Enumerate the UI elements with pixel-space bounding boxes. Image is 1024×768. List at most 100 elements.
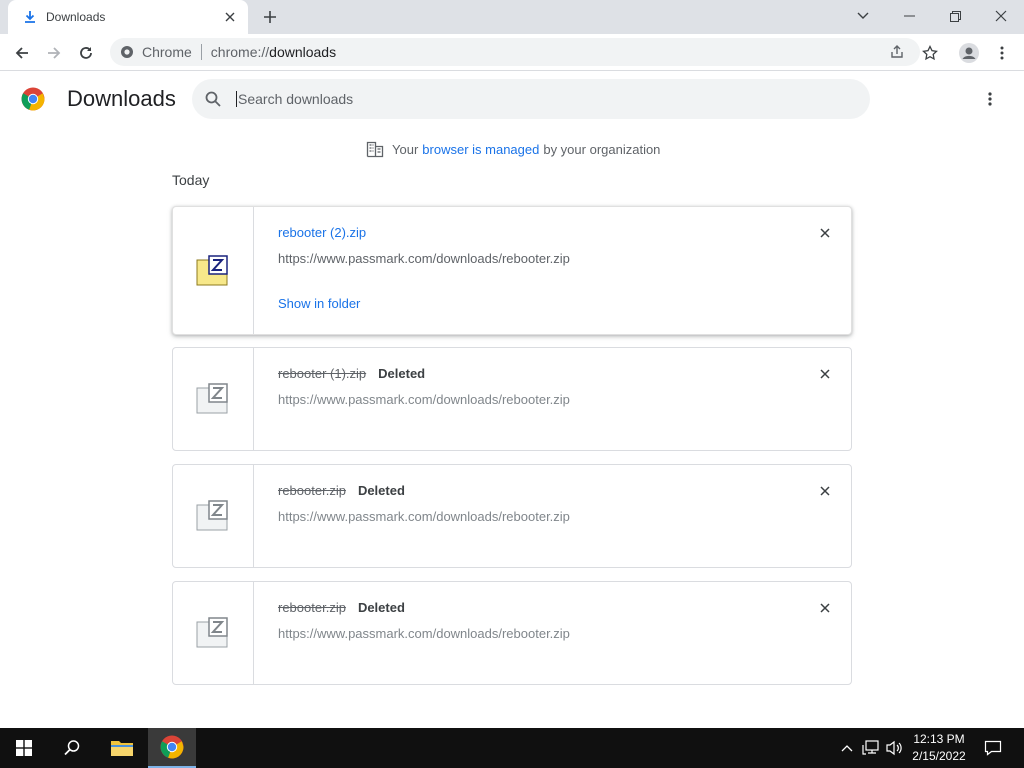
tab-title: Downloads	[46, 10, 106, 24]
file-explorer-button[interactable]	[98, 728, 146, 768]
file-name-link[interactable]: rebooter (2).zip	[278, 225, 366, 240]
zip-file-icon	[196, 383, 228, 414]
address-bar[interactable]: Chrome chrome://downloads	[110, 38, 920, 66]
close-tab-icon[interactable]	[222, 9, 238, 25]
downloads-header: Downloads	[0, 71, 1024, 127]
remove-download-button[interactable]	[817, 483, 833, 499]
zip-file-icon	[196, 500, 228, 531]
zip-file-icon	[196, 254, 228, 285]
restore-icon	[949, 10, 961, 22]
download-icon	[25, 11, 35, 23]
remove-download-button[interactable]	[817, 225, 833, 241]
downloads-more-button[interactable]	[978, 87, 1002, 111]
profile-button[interactable]	[955, 39, 983, 67]
remove-download-button[interactable]	[817, 366, 833, 382]
minimize-icon	[903, 15, 915, 17]
taskbar-search-button[interactable]	[48, 728, 96, 768]
building-icon	[366, 141, 384, 158]
network-button[interactable]	[860, 728, 882, 768]
reload-button[interactable]	[72, 39, 100, 67]
file-icon-column	[173, 582, 254, 684]
status-label: Deleted	[357, 483, 405, 498]
source-url[interactable]: https://www.passmark.com/downloads/reboo…	[278, 251, 570, 266]
search-input[interactable]	[236, 91, 836, 107]
page-title: Downloads	[67, 86, 176, 111]
show-hidden-icons-button[interactable]	[838, 728, 856, 768]
remove-download-button[interactable]	[817, 600, 833, 616]
windows-logo-icon	[16, 740, 32, 756]
chrome-icon	[121, 46, 133, 58]
file-name: rebooter.zip	[278, 483, 346, 498]
source-url[interactable]: https://www.passmark.com/downloads/reboo…	[278, 509, 570, 524]
start-button[interactable]	[0, 728, 48, 768]
close-icon	[995, 10, 1007, 22]
file-name-line: rebooter (1).zip Deleted	[278, 366, 425, 381]
back-button[interactable]	[8, 39, 36, 67]
chrome-logo-icon	[21, 87, 45, 111]
restore-button[interactable]	[932, 0, 978, 32]
arrow-right-icon	[48, 47, 61, 59]
zip-file-icon	[196, 617, 228, 648]
url-text: chrome://downloads	[210, 44, 337, 60]
search-icon	[205, 91, 221, 107]
volume-button[interactable]	[884, 728, 906, 768]
file-name-line: rebooter (2).zip	[278, 225, 366, 240]
file-name-line: rebooter.zip Deleted	[278, 483, 405, 498]
chevron-up-icon	[841, 745, 853, 752]
arrow-left-icon	[15, 47, 28, 59]
bookmark-button[interactable]	[916, 39, 944, 67]
browser-menu-button[interactable]	[988, 39, 1016, 67]
search-box[interactable]	[192, 79, 870, 119]
section-title-today: Today	[172, 172, 210, 188]
file-name: rebooter.zip	[278, 600, 346, 615]
close-icon	[820, 486, 830, 496]
system-clock[interactable]: 12:13 PM 2/15/2022	[906, 731, 972, 765]
show-in-folder-link[interactable]: Show in folder	[278, 296, 360, 311]
search-icon	[64, 740, 80, 756]
source-url[interactable]: https://www.passmark.com/downloads/reboo…	[278, 392, 570, 407]
chrome-taskbar-button[interactable]	[148, 728, 196, 768]
new-tab-button[interactable]	[260, 7, 280, 27]
managed-suffix: by your organization	[543, 141, 661, 157]
close-window-button[interactable]	[978, 0, 1024, 32]
close-icon	[820, 369, 830, 379]
star-icon	[922, 45, 938, 61]
site-label: Chrome	[142, 44, 192, 60]
file-name: rebooter (1).zip	[278, 366, 367, 381]
managed-link[interactable]: browser is managed	[422, 142, 539, 157]
network-icon	[862, 740, 879, 755]
chrome-icon	[160, 735, 184, 759]
tab-downloads[interactable]: Downloads	[8, 0, 248, 34]
source-url[interactable]: https://www.passmark.com/downloads/reboo…	[278, 626, 570, 641]
file-icon-column	[173, 348, 254, 450]
download-item: rebooter.zip Deleted https://www.passmar…	[172, 464, 852, 568]
download-item: rebooter (1).zip Deleted https://www.pas…	[172, 347, 852, 451]
managed-prefix: Your	[392, 141, 419, 157]
file-icon-column	[173, 465, 254, 567]
share-button[interactable]	[885, 40, 909, 64]
reload-icon	[80, 47, 92, 59]
tab-strip: Downloads	[0, 0, 1024, 34]
clock-date: 2/15/2022	[912, 749, 966, 763]
avatar-icon	[959, 43, 979, 63]
forward-button[interactable]	[40, 39, 68, 67]
share-icon	[891, 45, 903, 58]
chevron-down-icon	[857, 12, 869, 19]
toolbar: Chrome chrome://downloads	[0, 34, 1024, 71]
minimize-button[interactable]	[886, 0, 932, 32]
folder-icon	[111, 741, 133, 756]
action-center-button[interactable]	[978, 728, 1008, 768]
managed-notice: Your browser is managed by your organiza…	[366, 140, 660, 158]
speaker-icon	[886, 740, 902, 756]
status-label: Deleted	[357, 600, 405, 615]
close-icon	[820, 603, 830, 613]
clock-time: 12:13 PM	[913, 732, 965, 746]
file-icon-column	[173, 207, 254, 334]
download-item: rebooter.zip Deleted https://www.passmar…	[172, 581, 852, 685]
notification-icon	[984, 740, 1002, 756]
status-label: Deleted	[378, 366, 426, 381]
omnibox-separator	[200, 44, 202, 60]
tab-search-button[interactable]	[840, 0, 886, 32]
kebab-menu-icon	[988, 92, 992, 106]
file-name-line: rebooter.zip Deleted	[278, 600, 405, 615]
